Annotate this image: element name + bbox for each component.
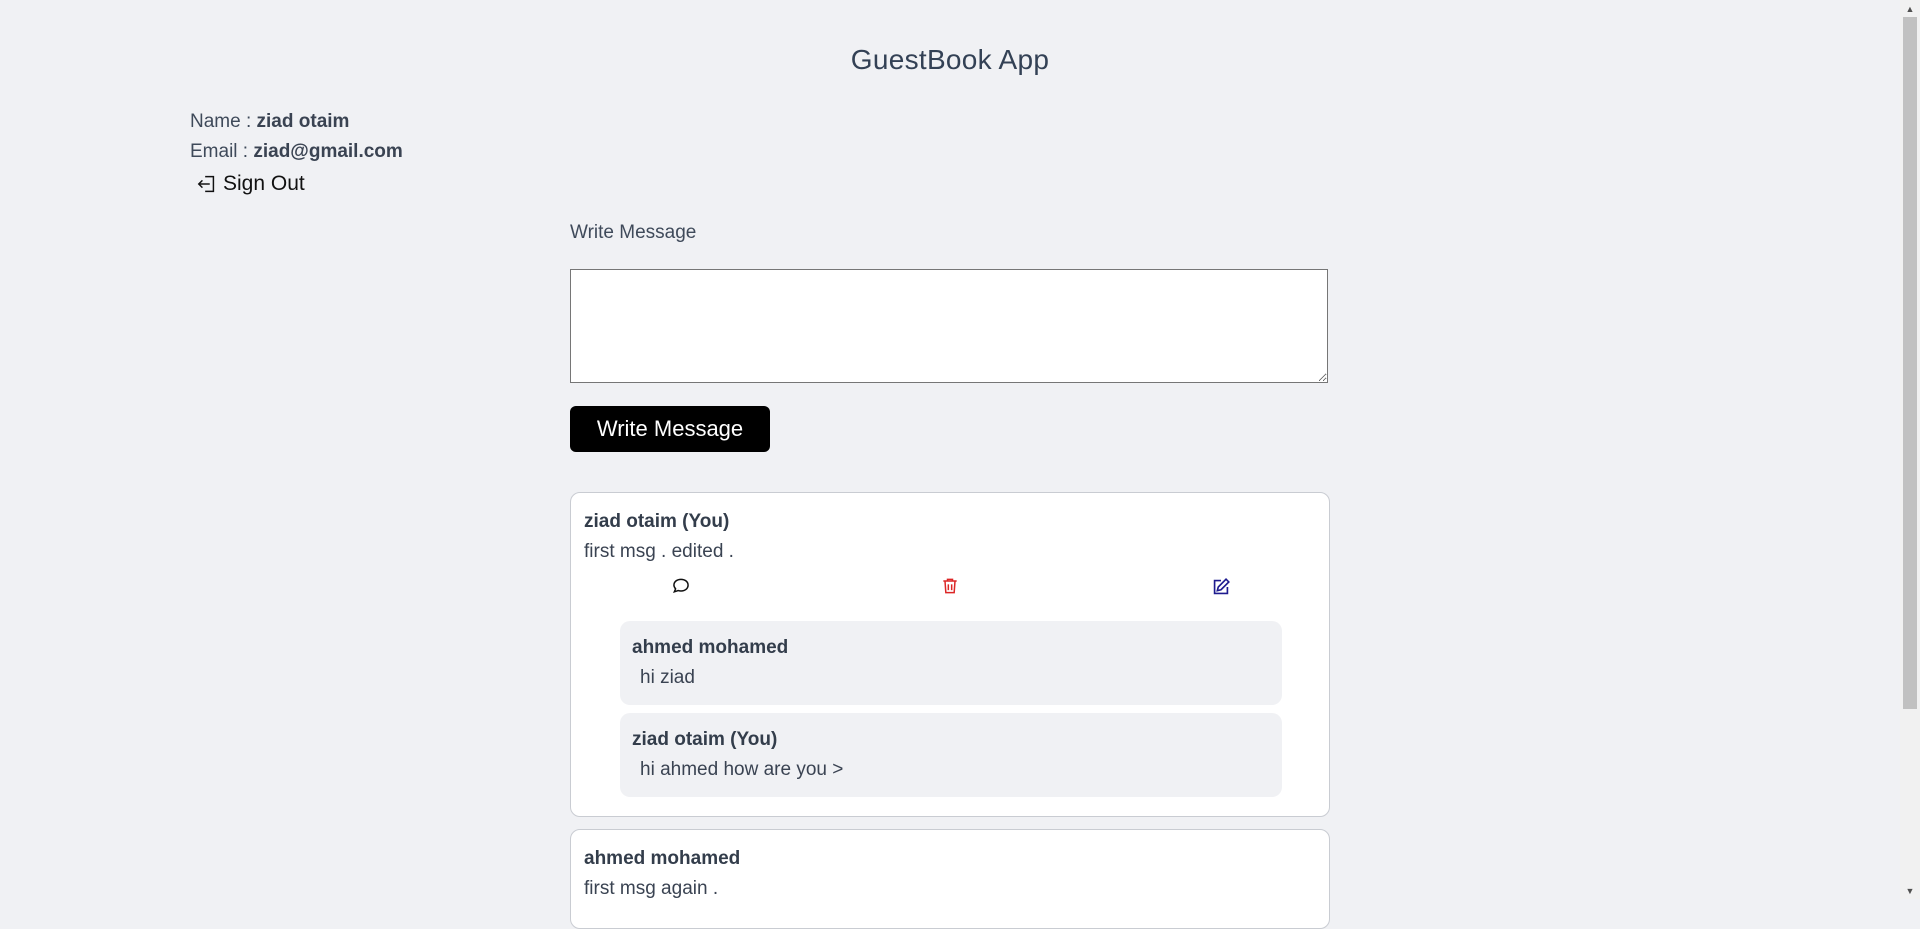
trash-icon[interactable] xyxy=(940,576,962,598)
message-actions xyxy=(571,576,1331,600)
write-message-label: Write Message xyxy=(570,222,697,243)
app-title: GuestBook App xyxy=(850,44,1050,75)
email-label: Email : xyxy=(190,141,249,162)
write-message-button[interactable]: Write Message xyxy=(570,406,770,452)
sign-out-label: Sign Out xyxy=(223,172,305,195)
reply-item: ziad otaim (You) hi ahmed how are you > xyxy=(620,713,1282,797)
email-value: ziad@gmail.com xyxy=(253,141,403,162)
user-email-row: Email : ziad@gmail.com xyxy=(190,137,403,167)
user-name-row: Name : ziad otaim xyxy=(190,107,403,137)
user-info: Name : ziad otaim Email : ziad@gmail.com xyxy=(190,107,403,167)
vertical-scrollbar[interactable]: ▲ ▼ xyxy=(1900,0,1920,899)
sign-out-icon xyxy=(197,175,215,193)
reply-author: ziad otaim (You) xyxy=(632,729,778,750)
message-author: ahmed mohamed xyxy=(584,848,741,869)
page: GuestBook App Name : ziad otaim Email : … xyxy=(0,0,1900,929)
edit-icon[interactable] xyxy=(1210,576,1232,598)
message-card: ahmed mohamed first msg again . xyxy=(570,829,1330,929)
reply-text: hi ahmed how are you > xyxy=(640,759,844,780)
reply-item: ahmed mohamed hi ziad xyxy=(620,621,1282,705)
name-label: Name : xyxy=(190,111,252,132)
reply-text: hi ziad xyxy=(640,667,695,688)
message-input[interactable] xyxy=(570,269,1328,383)
reply-author: ahmed mohamed xyxy=(632,637,789,658)
scroll-down-arrow-icon[interactable]: ▼ xyxy=(1900,882,1920,899)
message-card: ziad otaim (You) first msg . edited . ah… xyxy=(570,492,1330,817)
message-text: first msg again . xyxy=(584,878,719,899)
message-text: first msg . edited . xyxy=(584,541,734,562)
scrollbar-thumb[interactable] xyxy=(1903,17,1917,709)
comment-icon[interactable] xyxy=(671,576,693,598)
sign-out-button[interactable]: Sign Out xyxy=(196,172,305,196)
name-value: ziad otaim xyxy=(256,111,350,132)
scroll-up-arrow-icon[interactable]: ▲ xyxy=(1900,0,1920,17)
message-author: ziad otaim (You) xyxy=(584,511,730,532)
